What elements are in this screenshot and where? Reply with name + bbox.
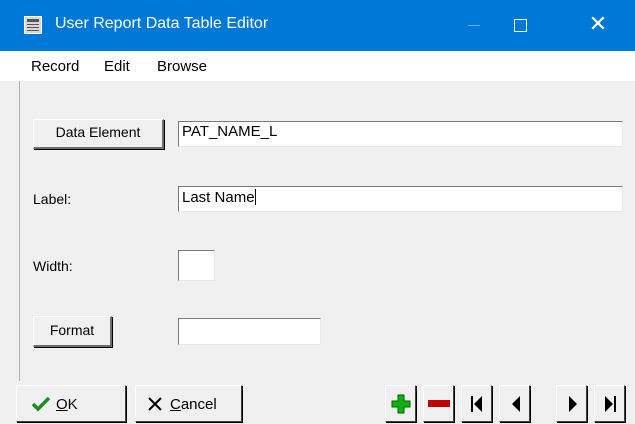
close-icon: ✕ — [588, 11, 608, 36]
menu-edit[interactable]: Edit — [104, 58, 130, 75]
prev-record-button[interactable] — [499, 385, 530, 422]
bottom-toolbar: OK Cancel — [0, 381, 635, 424]
data-element-button[interactable]: Data Element — [33, 119, 164, 149]
next-record-button[interactable] — [556, 385, 587, 422]
width-label: Width: — [33, 258, 73, 274]
cancel-label: Cancel — [170, 396, 217, 413]
x-icon — [148, 397, 162, 411]
label-field-value: Last Name — [182, 189, 255, 206]
check-icon — [31, 396, 51, 412]
ok-button[interactable]: OK — [16, 385, 126, 422]
cancel-button[interactable]: Cancel — [135, 385, 242, 422]
add-record-button[interactable] — [385, 385, 416, 422]
app-icon[interactable] — [24, 16, 42, 34]
maximize-button[interactable] — [497, 0, 543, 51]
label-field[interactable]: Last Name — [178, 186, 623, 212]
minus-icon — [428, 400, 450, 407]
menu-browse[interactable]: Browse — [157, 58, 207, 75]
close-button[interactable]: ✕ — [575, 0, 621, 51]
menu-record[interactable]: Record — [31, 58, 79, 75]
menu-bar: Record Edit Browse — [0, 51, 635, 81]
last-record-button[interactable] — [594, 385, 625, 422]
format-button[interactable]: Format — [33, 316, 112, 347]
prev-record-icon — [512, 396, 520, 412]
title-bar: User Report Data Table Editor ✕ — [0, 0, 635, 51]
window-title: User Report Data Table Editor — [55, 15, 269, 32]
minimize-button[interactable] — [451, 0, 497, 51]
first-record-button[interactable] — [461, 385, 492, 422]
last-record-icon — [605, 396, 616, 412]
plus-icon — [391, 394, 411, 414]
ok-label: OK — [56, 396, 78, 413]
data-element-field[interactable]: PAT_NAME_L — [178, 121, 623, 147]
width-field[interactable] — [178, 250, 215, 281]
maximize-icon — [514, 19, 527, 32]
next-record-icon — [569, 396, 577, 412]
minimize-icon — [468, 25, 480, 26]
delete-record-button[interactable] — [423, 385, 454, 422]
frame-divider — [19, 81, 20, 381]
format-field[interactable] — [178, 318, 321, 345]
text-caret — [254, 189, 256, 205]
first-record-icon — [471, 396, 482, 412]
label-label: Label: — [33, 191, 72, 207]
